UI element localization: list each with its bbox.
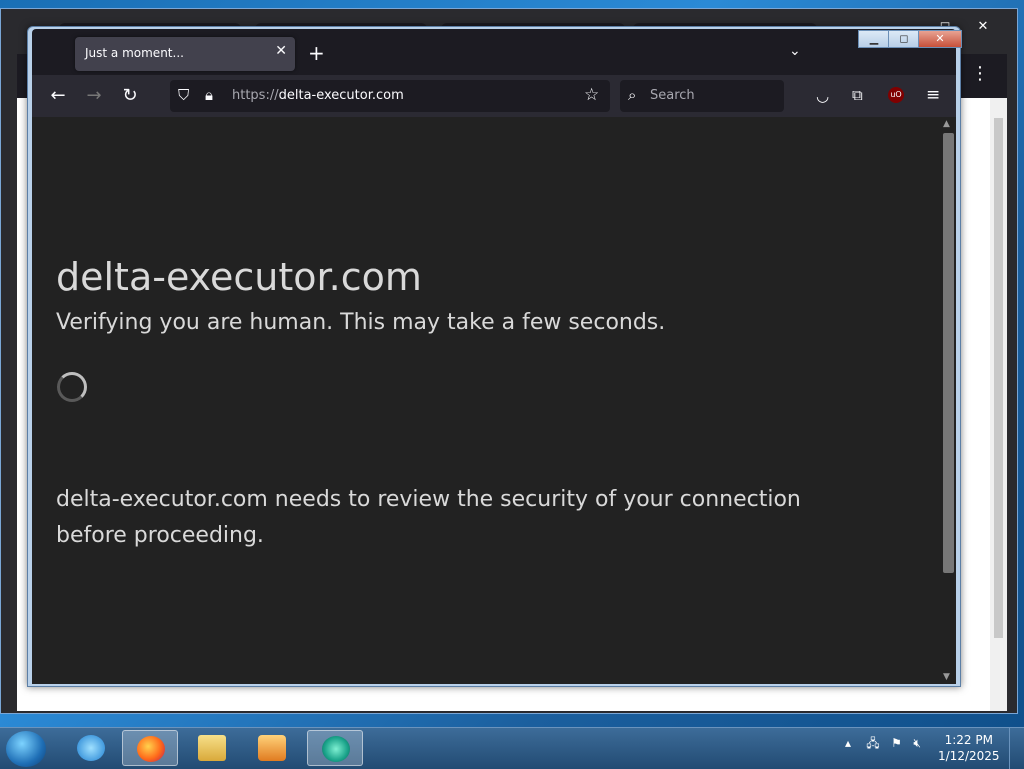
start-button[interactable] [6,731,46,767]
clock[interactable]: 1:22 PM 1/12/2025 [938,732,1000,764]
firefox-icon [137,736,165,762]
network-icon[interactable]: 🖧︎ [866,736,879,750]
tab-strip: Just a moment... ✕ + ⌄ ▁ ◻ ✕ [32,29,962,75]
tab-close-icon[interactable]: ✕ [275,43,287,59]
internet-explorer-button[interactable] [63,730,119,766]
taskbar: ▴ 🖧︎ ⚑ 🔇︎ 1:22 PM 1/12/2025 [0,727,1024,769]
search-placeholder: Search [650,88,695,103]
clock-date: 1/12/2025 [938,749,1000,763]
scrollbar-thumb[interactable] [943,133,954,573]
media-player-icon [258,735,286,761]
lock-icon[interactable]: 🔒︎ [205,86,213,104]
close-icon[interactable]: ✕ [971,19,995,35]
browser-window: Just a moment... ✕ + ⌄ ▁ ◻ ✕ ← → ↻ ⛉ 🔒︎ … [27,26,962,687]
scroll-up-icon[interactable]: ▲ [943,119,950,129]
page-heading: delta-executor.com [56,255,422,299]
page-scrollbar[interactable]: ▲ ▼ [940,119,956,682]
page-subheading: Verifying you are human. This may take a… [56,310,666,335]
tab-active[interactable]: Just a moment... ✕ [75,37,295,71]
app-icon [322,736,350,762]
window-close-button[interactable]: ✕ [918,30,962,48]
background-scrollbar[interactable] [990,98,1007,711]
system-tray: ▴ 🖧︎ ⚑ 🔇︎ [845,734,921,755]
clock-time: 1:22 PM [944,733,993,747]
search-icon: ⌕ [628,86,637,104]
internet-explorer-icon [77,735,105,761]
new-tab-button[interactable]: + [308,41,325,65]
pocket-icon[interactable]: ◡ [816,87,829,105]
app-button[interactable] [307,730,363,766]
page-content: delta-executor.com Verifying you are hum… [32,117,956,684]
menu-dots-icon[interactable]: ⋮ [971,63,989,84]
media-player-button[interactable] [244,730,300,766]
ublock-icon[interactable]: uO [888,87,904,103]
hamburger-menu-icon[interactable]: ≡ [926,85,940,105]
puzzle-icon[interactable]: ⧉ [852,86,863,104]
search-input[interactable]: ⌕ Search [620,80,784,112]
loading-spinner-icon [57,372,87,402]
navigation-toolbar: ← → ↻ ⛉ 🔒︎ https://delta-executor.com ☆ … [32,75,956,117]
security-note: delta-executor.com needs to review the s… [56,487,801,548]
chevron-down-icon[interactable]: ⌄ [789,43,801,59]
flag-icon[interactable]: ⚑ [891,736,902,750]
window-minimize-button[interactable]: ▁ [858,30,890,48]
tab-title: Just a moment... [85,46,184,60]
firefox-button[interactable] [122,730,178,766]
forward-icon[interactable]: → [82,84,106,108]
shield-icon[interactable]: ⛉ [178,86,189,104]
window-maximize-button[interactable]: ◻ [888,30,920,48]
folder-icon [198,735,226,761]
reload-icon[interactable]: ↻ [118,84,142,108]
url-bar[interactable]: ⛉ 🔒︎ https://delta-executor.com ☆ [170,80,610,112]
file-explorer-button[interactable] [184,730,240,766]
show-hidden-icons-icon[interactable]: ▴ [845,736,851,750]
back-icon[interactable]: ← [46,84,70,108]
volume-muted-icon[interactable]: 🔇︎ [913,736,921,750]
show-desktop-button[interactable] [1009,728,1024,769]
url-text[interactable]: https://delta-executor.com [232,88,404,103]
scroll-down-icon[interactable]: ▼ [943,672,950,682]
star-icon[interactable]: ☆ [584,85,599,105]
